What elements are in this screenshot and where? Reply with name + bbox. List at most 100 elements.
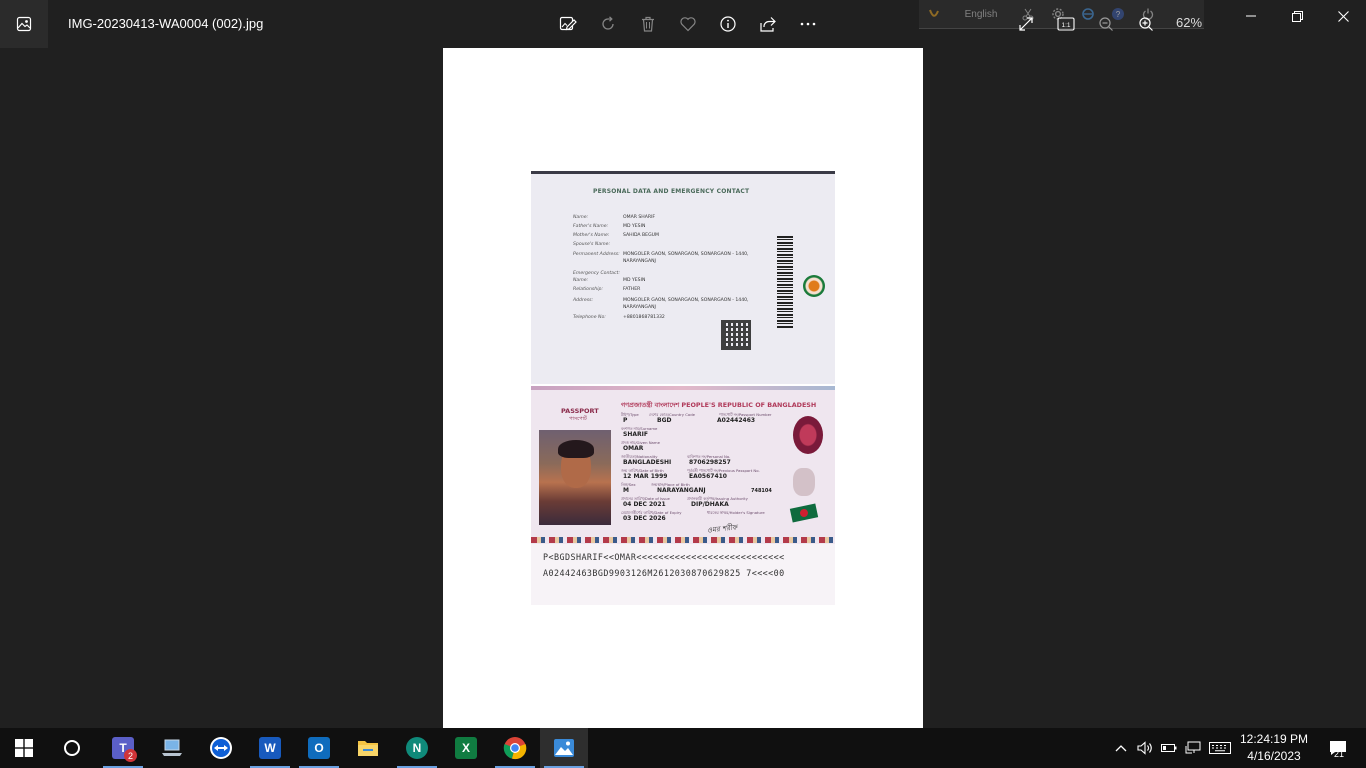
close-icon [1337,10,1349,22]
delete-button[interactable] [628,8,668,40]
network-icon [1185,741,1201,754]
touch-keyboard-button[interactable] [1206,728,1234,768]
windows-icon [15,739,33,757]
gallery-icon [16,16,32,32]
taskbar-teams[interactable]: T 2 [99,728,147,768]
taskbar-photos[interactable] [540,728,588,768]
holder-signature: ওমর শরীফ [706,523,738,535]
mrz-zone: P<BGDSHARIF<<OMAR<<<<<<<<<<<<<<<<<<<<<<<… [531,544,835,605]
zoom-out-icon [1099,17,1113,31]
show-hidden-icons-button[interactable] [1110,728,1132,768]
emergency-label: Emergency Contact: [573,271,620,276]
ec-name-value: MD YESIN [623,278,646,283]
taskbar-word[interactable]: W [246,728,294,768]
personal-data-page: PERSONAL DATA AND EMERGENCY CONTACT Name… [531,171,835,384]
personal-data-heading: PERSONAL DATA AND EMERGENCY CONTACT [593,188,750,195]
pob-value: NARAYANGANJ [657,487,706,494]
volume-button[interactable] [1134,728,1156,768]
ec-address-line-2: NARAYANGANJ [623,305,656,310]
passport-data-page: গণপ্রজাতন্ত্রী বাংলাদেশ PEOPLE'S REPUBLI… [531,386,835,605]
rotate-icon [602,16,614,30]
flag-icon [789,503,819,523]
favorite-icon [680,17,696,32]
personal-no-value: 8706298257 [689,459,731,466]
security-strip [531,537,835,543]
rotate-button[interactable] [588,8,628,40]
zoom-in-button[interactable] [1126,8,1166,40]
battery-icon [1161,744,1177,752]
dob-value: 12 MAR 1999 [623,473,668,480]
file-info-button[interactable] [708,8,748,40]
decorative-band [531,386,835,390]
overlay-logo-button[interactable] [919,0,949,29]
sex-value: M [623,487,629,494]
zoom-level[interactable]: 62% [1176,15,1202,30]
actual-size-icon: 1:1 [1057,17,1075,31]
title-bar: IMG-20230413-WA0004 (002).jpg English ? … [0,0,1366,48]
keyboard-icon [1209,742,1231,754]
chevron-up-icon [1115,745,1127,752]
relationship-label: Relationship: [573,287,603,292]
passport-word-bn: পাসপোর্ট [569,416,587,422]
taskbar-outlook[interactable]: O [295,728,343,768]
minimize-button[interactable] [1228,0,1274,32]
telephone-value: +8801868781332 [623,315,665,320]
teamviewer-icon [210,737,232,759]
clock-time: 12:24:19 PM [1239,732,1309,746]
more-icon [800,22,816,26]
taskbar-teamviewer[interactable] [197,728,245,768]
spouse-label: Spouse's Name: [573,242,610,247]
restore-icon [1291,10,1303,22]
father-value: MD YESIN [623,224,646,229]
taskbar-excel[interactable]: X [442,728,490,768]
close-button[interactable] [1320,0,1366,32]
passport-scan: PERSONAL DATA AND EMERGENCY CONTACT Name… [531,171,835,605]
favorite-button[interactable] [668,8,708,40]
country-code-value: BGD [657,417,672,424]
taskbar-n-app[interactable]: N [393,728,441,768]
teams-badge: 2 [124,749,137,762]
full-screen-button[interactable] [1006,8,1046,40]
excel-icon: X [455,737,477,759]
seal-icon [803,275,825,297]
father-label: Father's Name: [573,224,609,229]
n-app-icon: N [406,737,428,759]
ec-address-line-1: MONGOLER GAON, SONARGAON, SONARGAON - 14… [623,298,749,303]
battery-button[interactable] [1158,728,1180,768]
svg-text:1:1: 1:1 [1061,22,1070,29]
action-center-button[interactable] [1320,728,1356,768]
taskbar-chrome[interactable] [491,728,539,768]
qr-code [721,320,751,350]
ec-name-label: Name: [573,278,589,283]
gallery-button[interactable] [0,0,48,48]
restore-button[interactable] [1274,0,1320,32]
image-canvas[interactable]: PERSONAL DATA AND EMERGENCY CONTACT Name… [443,48,923,728]
mrz-line-2: A02442463BGD9903126M2612030870629825 7<<… [543,568,785,578]
start-button[interactable] [0,728,48,768]
signature-label: ধারকের স্বাক্ষর/Holder's Signature [707,510,765,515]
address-line-2: NARAYANGANJ [623,259,656,264]
holder-photo [539,430,611,525]
taskbar-files-laptop[interactable] [148,728,196,768]
extra-number-value: 748104 [751,488,772,494]
doe-value: 03 DEC 2026 [623,515,666,522]
photos-app-window: IMG-20230413-WA0004 (002).jpg English ? … [0,0,1366,728]
actual-size-button[interactable]: 1:1 [1046,8,1086,40]
language-selector[interactable]: English [949,9,1013,20]
cortana-button[interactable] [48,728,96,768]
share-icon [760,17,776,32]
share-button[interactable] [748,8,788,40]
given-name-value: OMAR [623,445,644,452]
photos-icon [554,739,574,757]
cortana-icon [64,740,80,756]
network-button[interactable] [1182,728,1204,768]
zoom-in-icon [1139,17,1153,31]
more-options-button[interactable] [788,8,828,40]
address-line-1: MONGOLER GAON, SONARGAON, SONARGAON - 14… [623,252,749,257]
zoom-out-button[interactable] [1086,8,1126,40]
edit-image-button[interactable] [548,8,588,40]
taskbar-file-explorer[interactable] [344,728,392,768]
mother-label: Mother's Name: [573,233,610,238]
taskbar-clock[interactable]: 12:24:19 PM 4/16/2023 [1236,731,1312,765]
image-toolbar [548,8,828,40]
